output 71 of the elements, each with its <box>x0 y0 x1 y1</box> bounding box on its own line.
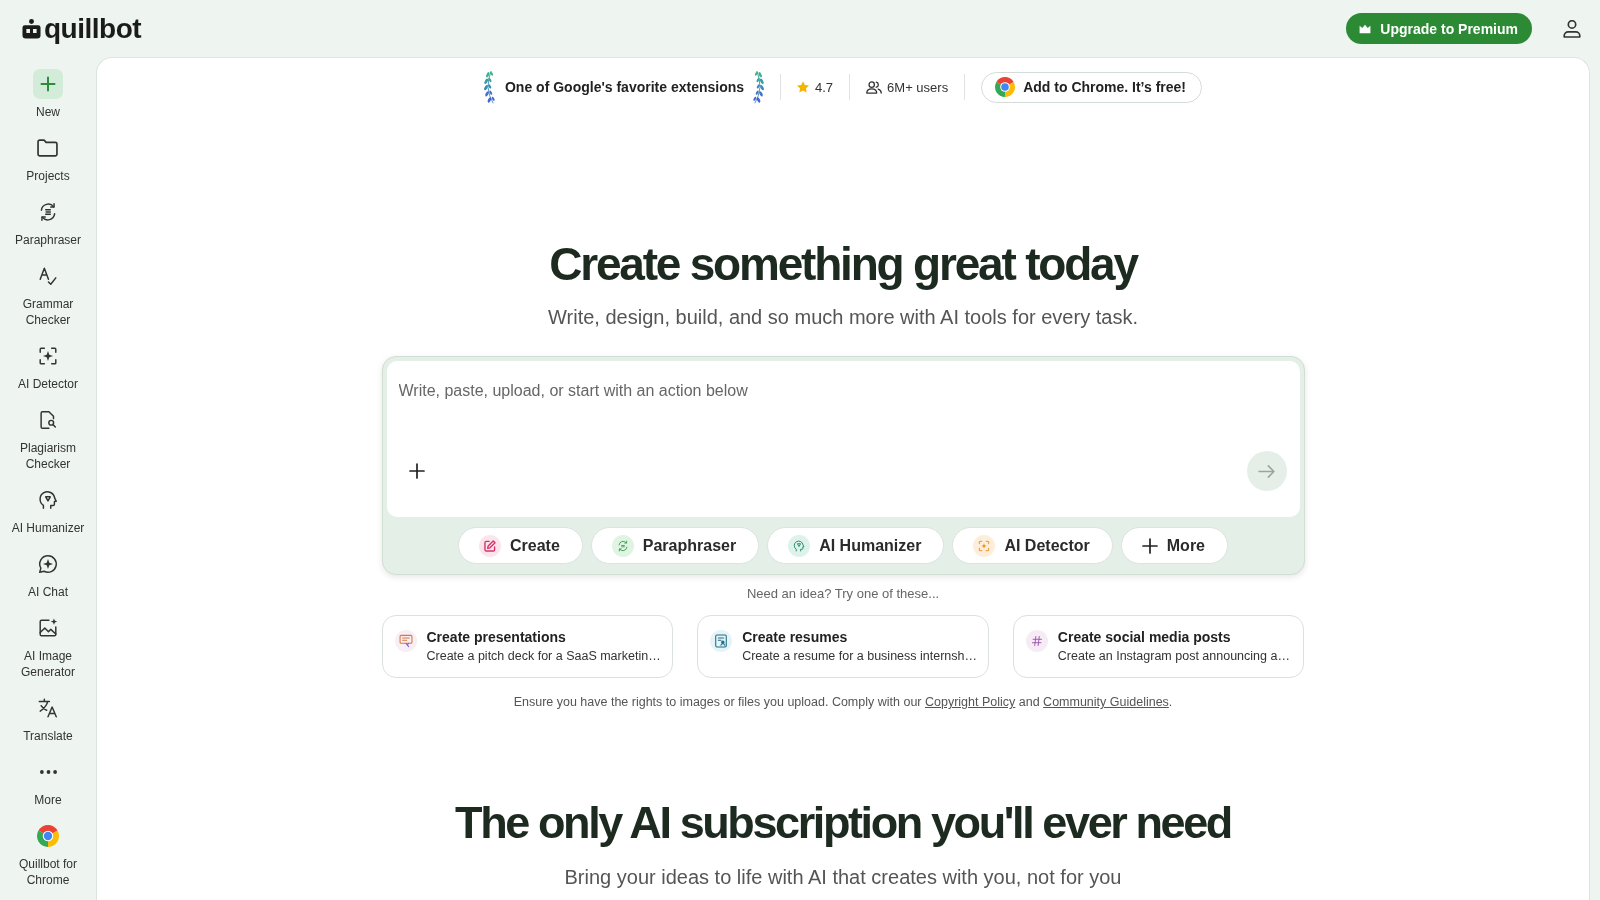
tool-button[interactable]: Create <box>457 527 583 564</box>
laurel-icon <box>752 70 765 104</box>
idea-description: Create an Instagram post announcing a… <box>1057 648 1290 665</box>
logo-link[interactable]: quillbot <box>22 13 142 44</box>
laurel-icon <box>484 70 496 104</box>
sidebar-item[interactable]: AI Chat <box>28 549 68 600</box>
award-text: One of Google's favorite extensions <box>505 79 745 95</box>
plus-icon <box>1141 537 1158 554</box>
prompt-field[interactable]: Write, paste, upload, or start with an action below <box>386 361 1300 517</box>
idea-card[interactable]: Create social media posts Create an Instagram post announcing a… <box>1012 615 1305 678</box>
section-subtitle: Bring your ideas to life with AI that creates with you, not for you <box>564 865 1122 890</box>
idea-title: Create social media posts <box>1057 628 1232 647</box>
crown-icon <box>1359 23 1372 34</box>
hero-title: Create something great today <box>549 237 1137 292</box>
sidebar-item[interactable]: Quillbot for Chrome <box>6 821 90 888</box>
translate-icon <box>37 697 59 719</box>
dots-icon <box>39 770 57 774</box>
tool-button[interactable]: AI Humanizer <box>767 527 945 564</box>
idea-card[interactable]: Create resumes Create a resume for a business internsh… <box>697 615 989 678</box>
hashtag-icon <box>1025 630 1048 652</box>
tool-button[interactable]: Paraphraser <box>590 527 760 564</box>
chat-sparkle-icon <box>37 553 59 575</box>
user-icon[interactable] <box>1563 19 1581 38</box>
prompt-input[interactable]: Write, paste, upload, or start with an action below <box>398 379 1287 451</box>
pencil-icon <box>478 534 501 557</box>
chrome-icon <box>37 825 59 847</box>
notice-link[interactable]: Community Guidelines <box>1043 695 1169 709</box>
new-button[interactable]: New <box>33 69 63 120</box>
idea-description: Create a pitch deck for a SaaS marketin… <box>426 648 661 665</box>
idea-title: Create presentations <box>426 628 567 647</box>
presentation-icon <box>394 630 417 652</box>
sidebar-item[interactable]: Paraphraser <box>14 197 81 248</box>
sidebar-item[interactable]: Plagiarism Checker <box>6 405 90 472</box>
idea-title: Create resumes <box>742 628 849 647</box>
document-search-icon <box>37 409 59 431</box>
sidebar-item[interactable]: AI Detector <box>18 341 78 392</box>
hero-subtitle: Write, design, build, and so much more with AI tools for every task. <box>548 305 1138 330</box>
resume-icon <box>710 630 733 652</box>
rating-text: 4.7 <box>815 79 834 95</box>
folder-icon <box>37 139 59 157</box>
sidebar-item[interactable]: Grammar Checker <box>6 261 90 328</box>
users-icon <box>866 80 883 94</box>
sidebar-item[interactable]: More <box>34 757 62 808</box>
notice-link[interactable]: Copyright Policy <box>924 695 1016 709</box>
tool-button[interactable]: AI Detector <box>952 527 1113 564</box>
sidebar-item[interactable]: Projects <box>26 133 70 184</box>
upload-notice: Ensure you have the rights to images or files you upload. Comply with our Copyright Policy and Community Guidelines. <box>513 694 1173 711</box>
user-count-text: 6M+ users <box>887 79 949 95</box>
head-icon <box>37 489 59 511</box>
idea-prompt: Need an idea? Try one of these... <box>746 585 940 603</box>
head-icon <box>788 534 811 557</box>
spell-check-icon <box>37 265 59 287</box>
idea-card[interactable]: Create presentations Create a pitch deck for a SaaS marketin… <box>381 615 674 678</box>
sidebar-item[interactable]: AI Image Generator <box>6 613 90 680</box>
sidebar-item[interactable]: AI Humanizer <box>11 485 85 536</box>
star-icon <box>797 81 810 93</box>
image-sparkle-icon <box>37 617 59 639</box>
plus-icon <box>33 69 63 99</box>
sidebar-item[interactable]: Translate <box>23 693 73 744</box>
chrome-icon <box>995 77 1016 97</box>
scan-sparkle-icon <box>37 345 59 367</box>
tool-button[interactable]: More <box>1120 527 1228 564</box>
upgrade-button[interactable]: Upgrade to Premium <box>1346 13 1532 44</box>
add-to-chrome-button[interactable]: Add to Chrome. It’s free! <box>981 71 1202 103</box>
scan-sparkle-icon <box>973 534 996 557</box>
idea-description: Create a resume for a business internsh… <box>742 648 977 665</box>
arrow-icon <box>1258 464 1275 478</box>
plus-icon <box>408 463 425 479</box>
robot-icon <box>22 18 41 39</box>
section-title: The only AI subscription you'll ever need <box>455 796 1231 850</box>
cycle-arrows-icon <box>611 534 634 557</box>
